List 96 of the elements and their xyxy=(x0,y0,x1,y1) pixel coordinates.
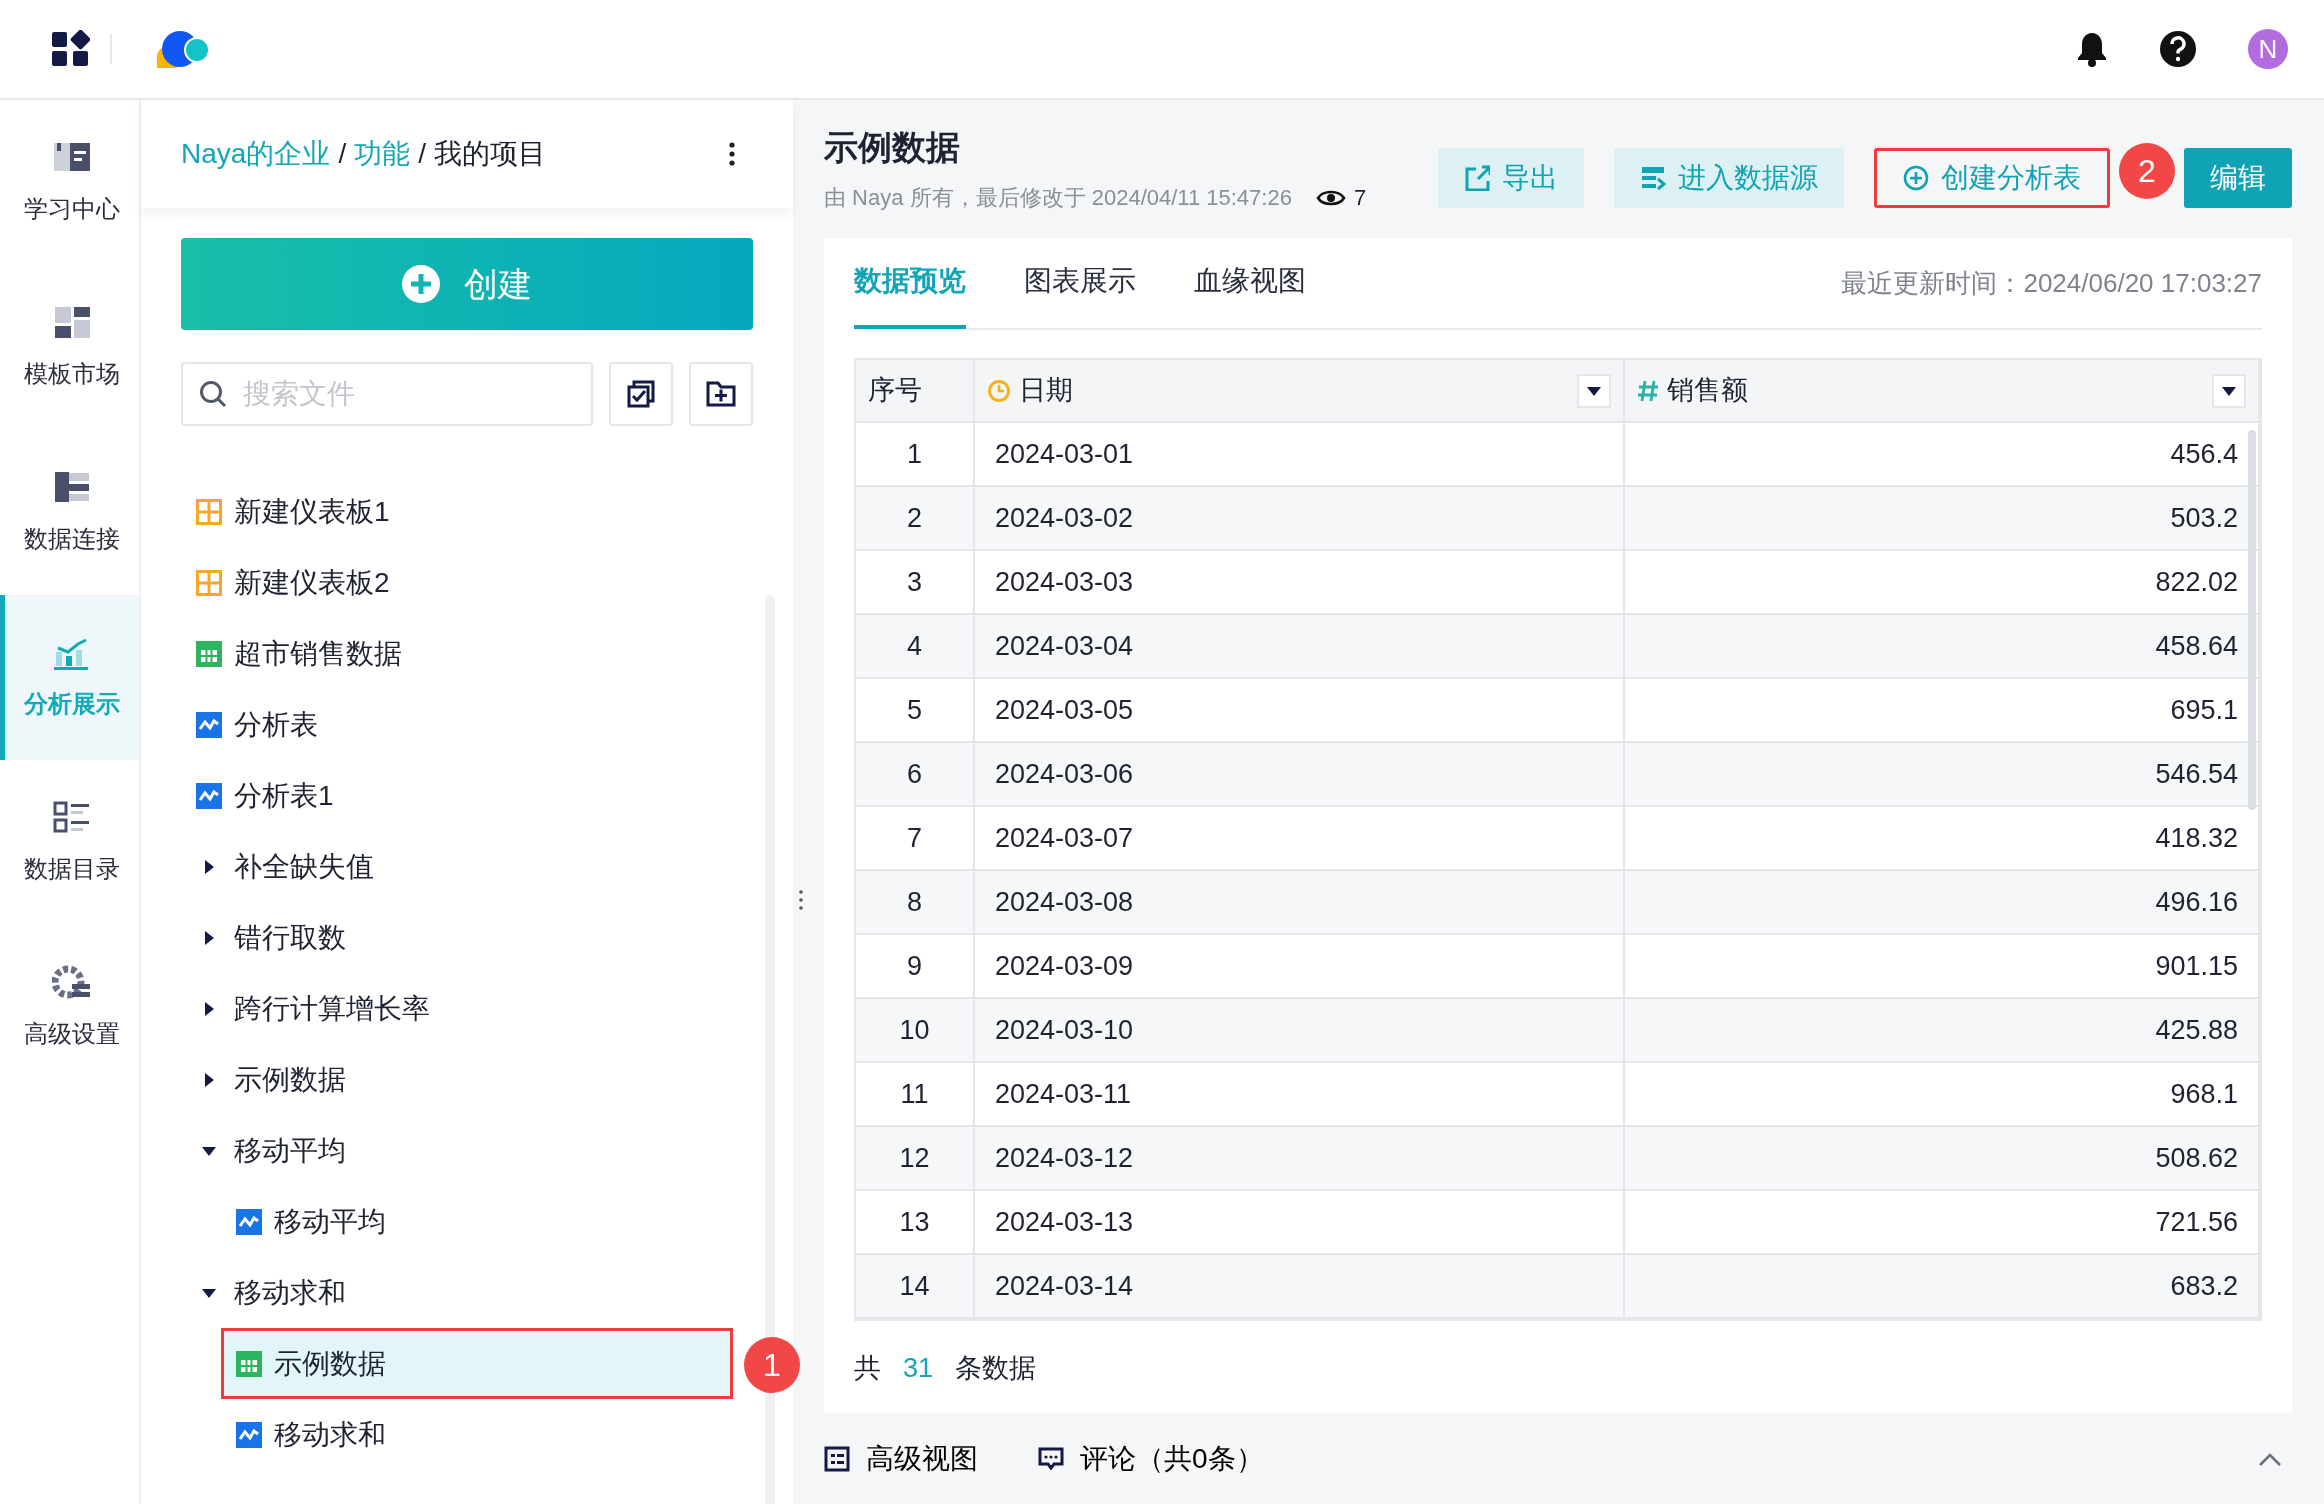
nav-item[interactable]: 高级设置 xyxy=(0,925,139,1090)
drag-handle-icon[interactable] xyxy=(799,890,803,910)
update-time: 最近更新时间：2024/06/20 17:03:27 xyxy=(1841,266,2262,300)
table-cell: 4 xyxy=(856,614,974,678)
table-cell: 10 xyxy=(856,998,974,1062)
table-cell: 546.54 xyxy=(1624,742,2259,806)
breadcrumb-separator: / xyxy=(338,137,347,171)
tree-item[interactable]: 跨行计算增长率 xyxy=(181,973,733,1044)
tree-item[interactable]: 分析表 xyxy=(181,689,733,760)
caret-down-icon[interactable] xyxy=(2222,385,2236,396)
batch-select-button[interactable] xyxy=(609,362,673,426)
total-label: 共 xyxy=(854,1351,881,1385)
caret-down-icon[interactable] xyxy=(1587,385,1601,396)
caret-right-icon[interactable] xyxy=(203,930,215,945)
tree-item[interactable]: 示例数据 xyxy=(181,1044,733,1115)
line-chart-icon xyxy=(196,782,222,809)
modified-info: 由 Naya 所有，最后修改于 2024/04/11 15:47:26 xyxy=(824,184,1292,212)
table-cell: 2024-03-02 xyxy=(974,486,1624,550)
line-chart-icon xyxy=(236,1421,262,1448)
plus-circle-icon xyxy=(1903,165,1929,191)
search-field[interactable]: 搜索文件 xyxy=(181,362,593,426)
dashboard-icon xyxy=(196,569,222,596)
help-icon[interactable] xyxy=(2160,31,2196,67)
nav-item[interactable]: 模板市场 xyxy=(0,265,139,430)
tree-item[interactable]: 移动平均 xyxy=(181,1115,733,1186)
line-chart-icon xyxy=(196,711,222,738)
advanced-button[interactable]: 高级视图 xyxy=(824,1437,978,1480)
tree-item[interactable]: 分析表1 xyxy=(181,760,733,831)
table-cell: 2 xyxy=(856,486,974,550)
bell-icon[interactable] xyxy=(2076,31,2108,67)
nav-item[interactable]: 数据连接 xyxy=(0,430,139,595)
line-chart-icon xyxy=(236,1208,262,1235)
table-cell: 425.88 xyxy=(1624,998,2259,1062)
database-icon xyxy=(1640,165,1666,191)
table-cell: 12 xyxy=(856,1126,974,1190)
view-count: 7 xyxy=(1353,184,1367,212)
table-cell: 496.16 xyxy=(1624,870,2259,934)
breadcrumb-separator: / xyxy=(418,137,426,171)
checkbox-icon xyxy=(627,380,655,408)
dashboard-icon xyxy=(196,498,222,525)
table-cell: 508.62 xyxy=(1624,1126,2259,1190)
table-cell: 2024-03-08 xyxy=(974,870,1624,934)
more-icon xyxy=(729,142,735,166)
table-cell: 458.64 xyxy=(1624,614,2259,678)
chevron-up-icon[interactable] xyxy=(2258,1453,2282,1467)
new-folder-button[interactable] xyxy=(689,362,753,426)
export-icon xyxy=(1464,165,1490,191)
table-cell: 2024-03-04 xyxy=(974,614,1624,678)
folder-plus-icon xyxy=(706,381,736,407)
breadcrumb-current: 我的项目 xyxy=(433,137,546,171)
tree-item[interactable]: 移动求和 xyxy=(181,1257,733,1328)
table-cell: 2024-03-12 xyxy=(974,1126,1624,1190)
tree-item[interactable]: 新建仪表板2 xyxy=(181,547,733,618)
panel-icon xyxy=(824,1445,850,1472)
hash-icon xyxy=(1637,378,1659,403)
table-cell: 6 xyxy=(856,742,974,806)
column-header[interactable]: 序号 xyxy=(856,360,974,422)
caret-down-icon[interactable] xyxy=(202,1286,216,1299)
tree-item[interactable]: 移动平均 xyxy=(221,1186,733,1257)
apps-icon[interactable] xyxy=(52,30,90,68)
gear-icon xyxy=(52,963,92,1000)
search-icon xyxy=(199,380,227,408)
total-label: 条数据 xyxy=(955,1351,1037,1385)
tree-item[interactable]: 错行取数 xyxy=(181,902,733,973)
tab[interactable]: 图表展示 xyxy=(1024,237,1136,329)
dataset-title: 示例数据 xyxy=(824,127,961,168)
tree-item[interactable]: 移动求和 xyxy=(221,1399,733,1470)
table-cell: 2024-03-10 xyxy=(974,998,1624,1062)
nav-item[interactable]: 学习中心 xyxy=(0,100,139,265)
tree-item[interactable]: 补全缺失值 xyxy=(181,831,733,902)
table-cell: 14 xyxy=(856,1254,974,1318)
caret-right-icon[interactable] xyxy=(203,859,215,874)
table-cell: 2024-03-14 xyxy=(974,1254,1624,1318)
column-header[interactable]: 销售额 xyxy=(1624,360,2259,422)
comment-button[interactable]: 评论（共0条） xyxy=(1038,1437,1264,1480)
step-badge: 1 xyxy=(744,1337,800,1393)
clock-icon xyxy=(987,378,1011,403)
table-cell: 503.2 xyxy=(1624,486,2259,550)
table-cell: 8 xyxy=(856,870,974,934)
caret-down-icon[interactable] xyxy=(202,1144,216,1157)
comment-icon xyxy=(1038,1445,1064,1472)
table-icon xyxy=(236,1350,262,1377)
caret-right-icon[interactable] xyxy=(203,1072,215,1087)
tree-item[interactable]: 新建仪表板1 xyxy=(181,476,733,547)
tab[interactable]: 血缘视图 xyxy=(1194,237,1306,329)
plus-circle-icon xyxy=(402,265,440,303)
table-cell: 683.2 xyxy=(1624,1254,2259,1318)
table-icon xyxy=(196,640,222,667)
total-count: 31 xyxy=(903,1351,934,1385)
column-header[interactable]: 日期 xyxy=(974,360,1624,422)
tree-item[interactable]: 超市销售数据 xyxy=(181,618,733,689)
scrollbar[interactable] xyxy=(2248,430,2256,810)
nav-item[interactable]: 数据目录 xyxy=(0,760,139,925)
step-badge: 2 xyxy=(2119,143,2175,199)
table-cell: 2024-03-06 xyxy=(974,742,1624,806)
caret-right-icon[interactable] xyxy=(203,1001,215,1016)
